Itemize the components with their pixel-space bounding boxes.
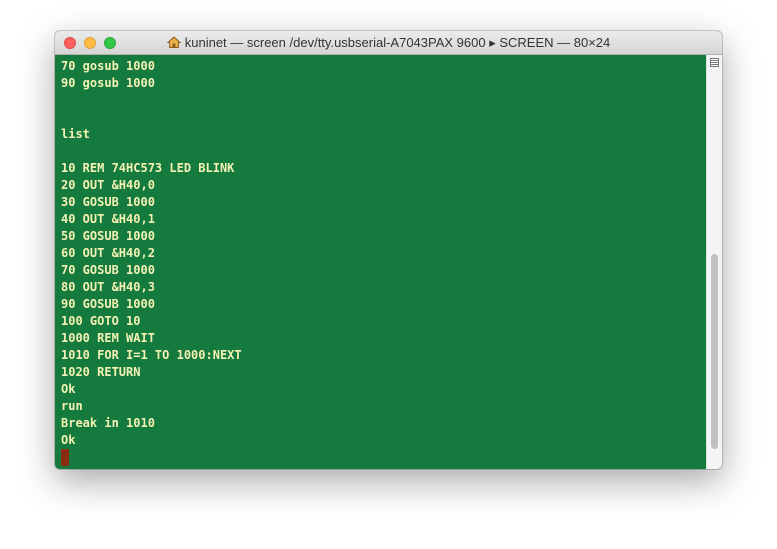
terminal-line: 1000 REM WAIT <box>61 331 155 345</box>
terminal-line: run <box>61 399 83 413</box>
terminal-line: Ok <box>61 382 76 396</box>
terminal-line: 80 OUT &H40,3 <box>61 280 155 294</box>
terminal-line: Ok <box>61 433 76 447</box>
scroll-menu-icon[interactable] <box>710 58 719 67</box>
terminal-lines: 70 gosub 1000 90 gosub 1000 list 10 REM 74H… <box>61 58 242 466</box>
terminal-line: list <box>61 127 90 141</box>
title-bar[interactable]: kuninet — screen /dev/tty.usbserial-A704… <box>55 31 722 55</box>
terminal-line: 1010 FOR I=1 TO 1000:NEXT <box>61 348 242 362</box>
window-title-container: kuninet — screen /dev/tty.usbserial-A704… <box>55 31 722 55</box>
terminal-line: 90 gosub 1000 <box>61 76 155 90</box>
terminal-line: 40 OUT &H40,1 <box>61 212 155 226</box>
terminal-line: Break in 1010 <box>61 416 155 430</box>
terminal-line: 90 GOSUB 1000 <box>61 297 155 311</box>
terminal-window: kuninet — screen /dev/tty.usbserial-A704… <box>55 31 722 469</box>
terminal-line: 30 GOSUB 1000 <box>61 195 155 209</box>
terminal-line: 70 gosub 1000 <box>61 59 155 73</box>
terminal-cursor <box>61 449 69 466</box>
window-title: kuninet — screen /dev/tty.usbserial-A704… <box>184 35 611 50</box>
terminal-output[interactable]: 70 gosub 1000 90 gosub 1000 list 10 REM 74H… <box>55 55 706 469</box>
terminal-line: 70 GOSUB 1000 <box>61 263 155 277</box>
terminal-line: 1020 RETURN <box>61 365 141 379</box>
vertical-scrollbar[interactable] <box>706 55 722 469</box>
home-icon <box>166 36 181 48</box>
terminal-line: 10 REM 74HC573 LED BLINK <box>61 161 235 175</box>
scroll-thumb[interactable] <box>711 254 718 450</box>
terminal-line: 60 OUT &H40,2 <box>61 246 155 260</box>
terminal-line: 20 OUT &H40,0 <box>61 178 155 192</box>
terminal-line: 50 GOSUB 1000 <box>61 229 155 243</box>
terminal-line: 100 GOTO 10 <box>61 314 141 328</box>
terminal-cursor-line <box>61 449 242 466</box>
